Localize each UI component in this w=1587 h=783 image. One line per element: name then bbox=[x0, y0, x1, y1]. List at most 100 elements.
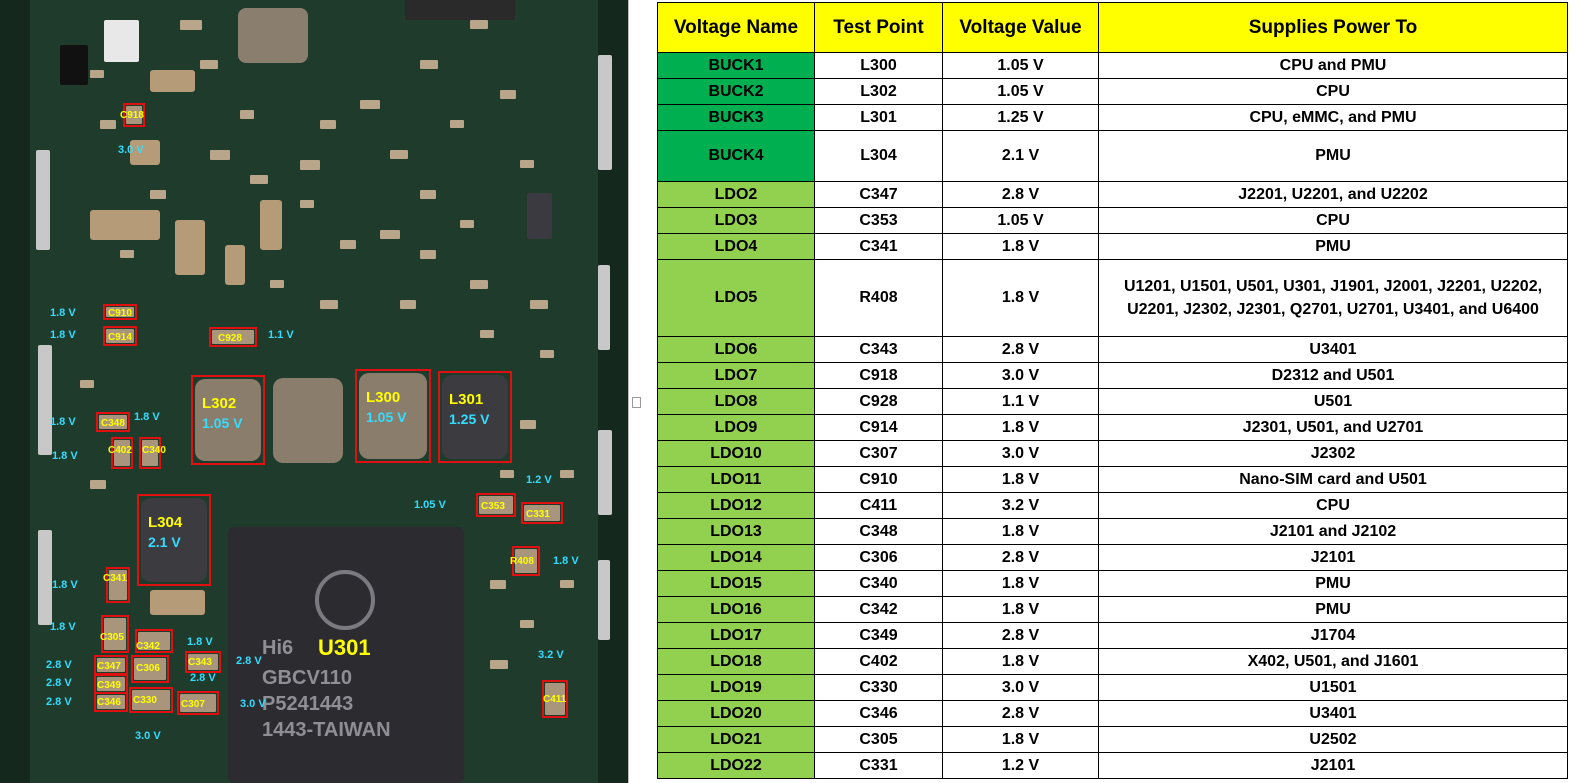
table-row: LDO5 R408 1.8 V U1201, U1501, U501, U301, J… bbox=[657, 259, 1568, 337]
cpu-marking: Hi6 bbox=[262, 637, 293, 659]
small-capacitor bbox=[470, 280, 488, 289]
table-row: LDO12 C411 3.2 V CPU bbox=[657, 492, 1568, 519]
large-capacitor bbox=[90, 210, 160, 240]
divider-handle-icon[interactable] bbox=[632, 397, 641, 408]
cell-voltage-value: 1.2 V bbox=[942, 752, 1099, 779]
component-voltage: 3.0 V bbox=[118, 144, 144, 156]
component-label: C918 bbox=[120, 110, 144, 121]
cell-supplies-power-to: CPU, eMMC, and PMU bbox=[1098, 104, 1568, 131]
component-voltage: 2.8 V bbox=[190, 672, 216, 684]
table-row: LDO19 C330 3.0 V U1501 bbox=[657, 674, 1568, 701]
cell-supplies-power-to: Nano-SIM card and U501 bbox=[1098, 466, 1568, 493]
cell-test-point: C305 bbox=[814, 726, 943, 753]
large-capacitor bbox=[225, 245, 245, 285]
cell-test-point: C411 bbox=[814, 492, 943, 519]
table-row: LDO11 C910 1.8 V Nano-SIM card and U501 bbox=[657, 466, 1568, 493]
cell-voltage-name: LDO12 bbox=[657, 492, 815, 519]
cell-test-point: C928 bbox=[814, 388, 943, 415]
cell-test-point: C341 bbox=[814, 233, 943, 260]
small-capacitor bbox=[240, 110, 254, 119]
cell-supplies-power-to: J2201, U2201, and U2202 bbox=[1098, 181, 1568, 208]
small-capacitor bbox=[300, 160, 320, 170]
component-voltage: 1.2 V bbox=[526, 474, 552, 486]
component-voltage: 1.05 V bbox=[414, 499, 446, 511]
cell-voltage-name: LDO22 bbox=[657, 752, 815, 779]
small-capacitor bbox=[520, 160, 534, 168]
cell-test-point: L301 bbox=[814, 104, 943, 131]
cell-voltage-name: LDO16 bbox=[657, 596, 815, 623]
cell-voltage-value: 3.0 V bbox=[942, 440, 1099, 467]
inductor-voltage: 2.1 V bbox=[148, 534, 181, 550]
cell-voltage-value: 1.8 V bbox=[942, 518, 1099, 545]
component-label: C349 bbox=[97, 680, 121, 691]
cell-voltage-name: BUCK2 bbox=[657, 78, 815, 105]
component-label: C411 bbox=[543, 694, 567, 705]
cpu-marking: GBCV110 bbox=[262, 667, 352, 689]
cell-test-point: C349 bbox=[814, 622, 943, 649]
header-voltage-name: Voltage Name bbox=[657, 2, 815, 53]
small-capacitor bbox=[400, 300, 416, 309]
cell-voltage-name: LDO17 bbox=[657, 622, 815, 649]
cell-voltage-value: 1.05 V bbox=[942, 52, 1099, 79]
component-label: C346 bbox=[97, 697, 121, 708]
cell-supplies-power-to: U3401 bbox=[1098, 700, 1568, 727]
component-voltage: 1.8 V bbox=[50, 329, 76, 341]
cell-voltage-value: 1.05 V bbox=[942, 78, 1099, 105]
component-label: C347 bbox=[97, 661, 121, 672]
metal-strip bbox=[598, 265, 610, 350]
small-capacitor bbox=[250, 175, 268, 184]
top-connector bbox=[405, 0, 515, 20]
component-label: C343 bbox=[188, 657, 212, 668]
header-supplies-power-to: Supplies Power To bbox=[1098, 2, 1568, 53]
component-label: C914 bbox=[108, 332, 132, 343]
table-row: LDO20 C346 2.8 V U3401 bbox=[657, 700, 1568, 727]
table-row: LDO7 C918 3.0 V D2312 and U501 bbox=[657, 362, 1568, 389]
inductor-voltage: 1.05 V bbox=[366, 409, 407, 425]
table-header-row: Voltage Name Test Point Voltage Value Su… bbox=[657, 2, 1568, 53]
cell-voltage-value: 1.8 V bbox=[942, 233, 1099, 260]
split-divider[interactable] bbox=[628, 0, 647, 783]
large-capacitor bbox=[175, 220, 205, 275]
component-label: C928 bbox=[218, 333, 242, 344]
cell-voltage-value: 1.8 V bbox=[942, 259, 1099, 337]
component-label: C340 bbox=[142, 445, 166, 456]
cell-voltage-value: 1.8 V bbox=[942, 414, 1099, 441]
small-capacitor bbox=[480, 330, 494, 338]
cell-supplies-power-to: PMU bbox=[1098, 130, 1568, 182]
cell-test-point: C342 bbox=[814, 596, 943, 623]
component-voltage: 1.1 V bbox=[268, 329, 294, 341]
small-capacitor bbox=[320, 120, 336, 129]
pcb-diagram: L302 1.05 V L300 1.05 V L301 1.25 V L304 2.1 V U… bbox=[0, 0, 628, 783]
cell-voltage-value: 1.8 V bbox=[942, 570, 1099, 597]
cpu-marking: 1443-TAIWAN bbox=[262, 719, 391, 741]
component-voltage: 2.8 V bbox=[46, 659, 72, 671]
small-capacitor bbox=[210, 150, 230, 160]
inductor-unlabeled bbox=[273, 378, 343, 463]
component-voltage: 1.8 V bbox=[187, 636, 213, 648]
cell-test-point: C331 bbox=[814, 752, 943, 779]
cell-voltage-value: 1.05 V bbox=[942, 207, 1099, 234]
cell-supplies-power-to: CPU bbox=[1098, 78, 1568, 105]
table-row: LDO22 C331 1.2 V J2101 bbox=[657, 752, 1568, 779]
cell-voltage-name: LDO5 bbox=[657, 259, 815, 337]
component-label: C330 bbox=[133, 695, 157, 706]
component-label: C342 bbox=[136, 641, 160, 652]
small-capacitor bbox=[420, 190, 436, 199]
small-chip bbox=[104, 20, 139, 62]
cpu-label: U301 bbox=[318, 635, 371, 660]
table-row: LDO3 C353 1.05 V CPU bbox=[657, 207, 1568, 234]
component-voltage: 2.8 V bbox=[46, 677, 72, 689]
cell-test-point: C347 bbox=[814, 181, 943, 208]
table-row: LDO18 C402 1.8 V X402, U501, and J1601 bbox=[657, 648, 1568, 675]
cell-voltage-name: LDO21 bbox=[657, 726, 815, 753]
cell-supplies-power-to: D2312 and U501 bbox=[1098, 362, 1568, 389]
small-capacitor bbox=[540, 350, 554, 358]
table-row: BUCK1 L300 1.05 V CPU and PMU bbox=[657, 52, 1568, 79]
cell-test-point: C910 bbox=[814, 466, 943, 493]
cell-voltage-name: LDO8 bbox=[657, 388, 815, 415]
small-capacitor bbox=[530, 300, 548, 309]
small-capacitor bbox=[490, 580, 506, 589]
component-label: C307 bbox=[181, 699, 205, 710]
cell-test-point: C914 bbox=[814, 414, 943, 441]
table-row: BUCK2 L302 1.05 V CPU bbox=[657, 78, 1568, 105]
